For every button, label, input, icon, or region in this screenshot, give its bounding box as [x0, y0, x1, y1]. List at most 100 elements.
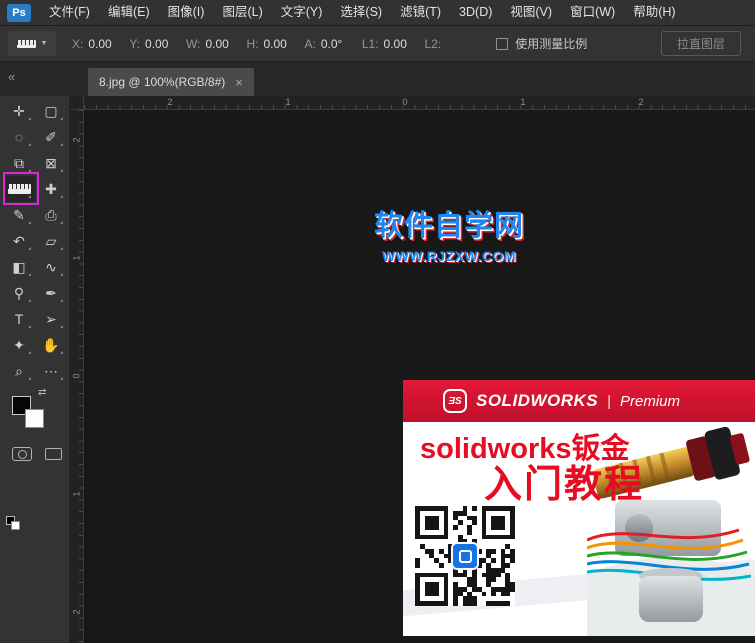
y-value[interactable]: 0.00	[145, 37, 169, 51]
tool-preset-dropdown[interactable]: ▼	[8, 31, 56, 56]
toolbar: ✛ ▢ ◌ ✐ ⧉ ⊠ ✚ ✎ ⎙ ↶ ▱ ◧ ∿ ⚲ ✒ T ➢ ✦ ✋ ⌕ …	[0, 96, 70, 643]
watermark: 软件自学网 WWW.RJZXW.COM	[363, 202, 535, 264]
brush-tool[interactable]: ✎	[3, 202, 35, 228]
ad-divider: |	[607, 392, 612, 410]
horizontal-ruler[interactable]: 2 1 0 1 2	[84, 96, 755, 110]
gradient-tool[interactable]: ◧	[3, 254, 35, 280]
document-canvas[interactable]: 软件自学网 WWW.RJZXW.COM ƎS SOLIDWORKS | Prem…	[84, 110, 755, 643]
measurement-scale-checkbox[interactable]	[496, 37, 509, 50]
frame-tool[interactable]: ⊠	[35, 150, 67, 176]
brush-tool-icon: ✎	[13, 206, 25, 223]
document-tab-bar: « 8.jpg @ 100%(RGB/8#) ×	[0, 62, 755, 96]
document-tab[interactable]: 8.jpg @ 100%(RGB/8#) ×	[88, 68, 254, 96]
background-color-swatch[interactable]	[25, 409, 44, 428]
ruler-number: 2	[167, 97, 173, 107]
quick-mask-button[interactable]	[12, 447, 32, 461]
quick-selection-tool[interactable]: ✐	[35, 124, 67, 150]
clone-stamp-tool[interactable]: ⎙	[35, 202, 67, 228]
type-tool[interactable]: T	[3, 306, 35, 332]
menu-item-layer[interactable]: 图层(L)	[213, 0, 271, 25]
quick-mask-icon	[17, 449, 27, 459]
solidworks-ad-image: ƎS SOLIDWORKS | Premium solidworks钣金 入门教…	[403, 380, 755, 636]
default-colors-icon[interactable]	[6, 516, 20, 530]
tool-grid: ✛ ▢ ◌ ✐ ⧉ ⊠ ✚ ✎ ⎙ ↶ ▱ ◧ ∿ ⚲ ✒ T ➢ ✦ ✋ ⌕ …	[3, 98, 67, 384]
ruler-tool-icon	[7, 184, 31, 194]
hand-tool-icon: ✋	[42, 336, 60, 353]
swap-colors-icon[interactable]: ⇄	[38, 387, 46, 398]
ruler-origin-corner[interactable]	[70, 96, 84, 110]
w-value[interactable]: 0.00	[205, 37, 229, 51]
menu-item-type[interactable]: 文字(Y)	[272, 0, 332, 25]
menu-item-file[interactable]: 文件(F)	[40, 0, 99, 25]
vertical-ruler[interactable]: 2 1 0 1 2	[70, 110, 84, 643]
l2-label: L2:	[424, 36, 442, 51]
gradient-tool-icon: ◧	[12, 258, 26, 275]
dodge-tool[interactable]: ⚲	[3, 280, 35, 306]
menu-item-edit[interactable]: 编辑(E)	[99, 0, 159, 25]
chevron-down-icon: ▼	[40, 40, 48, 47]
lasso-tool[interactable]: ◌	[3, 124, 35, 150]
history-brush-tool[interactable]: ↶	[3, 228, 35, 254]
more-tools-icon: ⋯	[44, 362, 58, 379]
ad-tier: Premium	[620, 392, 681, 410]
move-tool[interactable]: ✛	[3, 98, 35, 124]
smudge-tool-icon: ∿	[45, 258, 57, 275]
clone-stamp-tool-icon: ⎙	[45, 206, 57, 223]
ruler-number: 1	[71, 255, 82, 261]
angle-value[interactable]: 0.0°	[321, 37, 345, 51]
healing-tool[interactable]: ✚	[35, 176, 67, 202]
menu-item-window[interactable]: 窗口(W)	[561, 0, 624, 25]
measurement-fields: X: 0.00 Y: 0.00 W: 0.00 H: 0.00 A: 0.0° …	[72, 37, 470, 51]
ruler-number: 0	[402, 97, 408, 107]
menu-item-filter[interactable]: 滤镜(T)	[391, 0, 450, 25]
menu-item-image[interactable]: 图像(I)	[159, 0, 214, 25]
photoshop-window: Ps 文件(F) 编辑(E) 图像(I) 图层(L) 文字(Y) 选择(S) 滤…	[0, 0, 755, 643]
quick-selection-tool-icon: ✐	[45, 128, 57, 145]
edit-toolbar-button[interactable]: ⋯	[35, 358, 67, 384]
ad-headline: solidworks钣金 入门教程	[420, 434, 644, 505]
y-field: Y: 0.00	[129, 37, 169, 51]
ad-body: solidworks钣金 入门教程	[403, 422, 755, 636]
ruler-tool[interactable]	[3, 176, 35, 202]
measurement-scale-label[interactable]: 使用测量比例	[515, 35, 587, 52]
smudge-tool[interactable]: ∿	[35, 254, 67, 280]
path-selection-tool-icon: ➢	[45, 310, 57, 327]
l2-field: L2:	[425, 37, 471, 51]
x-value[interactable]: 0.00	[88, 37, 112, 51]
eraser-tool-icon: ▱	[45, 232, 57, 249]
watermark-url: WWW.RJZXW.COM	[381, 248, 517, 264]
ruler-number: 2	[71, 609, 82, 615]
angle-field: A: 0.0°	[304, 37, 344, 51]
type-tool-icon: T	[14, 311, 24, 327]
zoom-tool-icon: ⌕	[15, 362, 23, 379]
menu-item-view[interactable]: 视图(V)	[501, 0, 561, 25]
ad-headline-line1: solidworks钣金	[420, 433, 630, 465]
h-value[interactable]: 0.00	[263, 37, 287, 51]
ruler-number: 1	[285, 97, 291, 107]
close-tab-icon[interactable]: ×	[235, 75, 243, 90]
collapse-panels-icon[interactable]: «	[8, 69, 15, 84]
l1-label: L1:	[361, 36, 379, 51]
document-tab-title: 8.jpg @ 100%(RGB/8#)	[99, 75, 226, 89]
pen-tool[interactable]: ✒	[35, 280, 67, 306]
ruler-number: 2	[638, 97, 644, 107]
zoom-tool[interactable]: ⌕	[3, 358, 35, 384]
l1-value[interactable]: 0.00	[384, 37, 408, 51]
menu-item-3d[interactable]: 3D(D)	[450, 0, 501, 25]
w-field: W: 0.00	[186, 37, 229, 51]
path-selection-tool[interactable]: ➢	[35, 306, 67, 332]
hand-tool[interactable]: ✋	[35, 332, 67, 358]
pen-tool-icon: ✒	[45, 284, 57, 301]
lasso-tool-icon: ◌	[14, 129, 24, 145]
marquee-tool[interactable]: ▢	[35, 98, 67, 124]
menu-item-help[interactable]: 帮助(H)	[624, 0, 684, 25]
menu-item-select[interactable]: 选择(S)	[331, 0, 391, 25]
frame-tool-icon: ⊠	[45, 154, 57, 171]
eraser-tool[interactable]: ▱	[35, 228, 67, 254]
crop-tool[interactable]: ⧉	[3, 150, 35, 176]
screen-mode-button[interactable]	[45, 448, 62, 460]
shape-tool[interactable]: ✦	[3, 332, 35, 358]
straighten-layer-button[interactable]: 拉直图层	[660, 31, 741, 56]
use-measurement-scale: 使用测量比例	[496, 35, 587, 52]
ad-header: ƎS SOLIDWORKS | Premium	[403, 380, 755, 422]
